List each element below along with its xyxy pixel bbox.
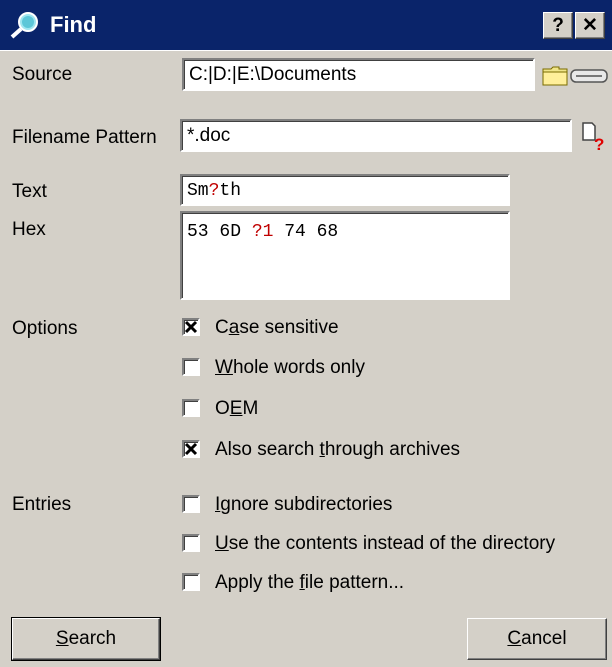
title-bar[interactable]: Find ? ✕	[0, 0, 612, 51]
text-part: Sm	[187, 181, 209, 201]
hex-wildcard: ?1	[251, 222, 274, 242]
text-label: Text	[12, 181, 47, 202]
use-contents-checkbox[interactable]	[182, 534, 200, 552]
search-archives-label[interactable]: Also search through archives	[215, 439, 460, 461]
source-label: Source	[12, 64, 73, 85]
case-sensitive-label[interactable]: Case sensitive	[215, 317, 339, 339]
use-contents-label[interactable]: Use the contents instead of the director…	[215, 533, 555, 555]
hex-part: 74 68	[273, 222, 339, 242]
search-button[interactable]: Search	[11, 617, 161, 661]
window-title: Find	[50, 12, 97, 37]
find-magnifier-icon	[10, 12, 38, 39]
whole-words-label[interactable]: Whole words only	[215, 357, 365, 379]
hex-field[interactable]: 53 6D ?1 74 68	[180, 211, 510, 300]
folder-icon[interactable]	[542, 64, 568, 86]
case-sensitive-checkbox[interactable]	[182, 318, 200, 336]
hex-label: Hex	[12, 219, 46, 240]
apply-file-pattern-label[interactable]: Apply the file pattern...	[215, 572, 404, 594]
file-pattern-help-icon[interactable]: ?	[580, 120, 608, 154]
help-button[interactable]: ?	[543, 12, 573, 39]
filename-pattern-label: Filename Pattern	[12, 127, 157, 148]
check-mark-icon	[184, 320, 198, 334]
apply-file-pattern-checkbox[interactable]	[182, 573, 200, 591]
whole-words-checkbox[interactable]	[182, 358, 200, 376]
options-label: Options	[12, 318, 78, 339]
close-button[interactable]: ✕	[575, 12, 605, 39]
oem-checkbox[interactable]	[182, 399, 200, 417]
drive-icon[interactable]	[570, 68, 608, 84]
hex-part: 53 6D	[187, 222, 252, 242]
search-archives-checkbox[interactable]	[182, 440, 200, 458]
source-field[interactable]: C:|D:|E:\Documents	[182, 58, 535, 91]
svg-text:?: ?	[594, 135, 604, 154]
oem-label[interactable]: OEM	[215, 398, 258, 420]
filename-pattern-field[interactable]: *.doc	[180, 119, 572, 152]
text-wildcard: ?	[208, 181, 220, 201]
entries-label: Entries	[12, 494, 72, 515]
ignore-subdirectories-label[interactable]: Ignore subdirectories	[215, 494, 392, 516]
text-field[interactable]: Sm?th	[180, 174, 510, 206]
check-mark-icon	[184, 442, 198, 456]
text-part: th	[219, 181, 242, 201]
cancel-button[interactable]: Cancel	[467, 618, 607, 660]
ignore-subdirectories-checkbox[interactable]	[182, 495, 200, 513]
